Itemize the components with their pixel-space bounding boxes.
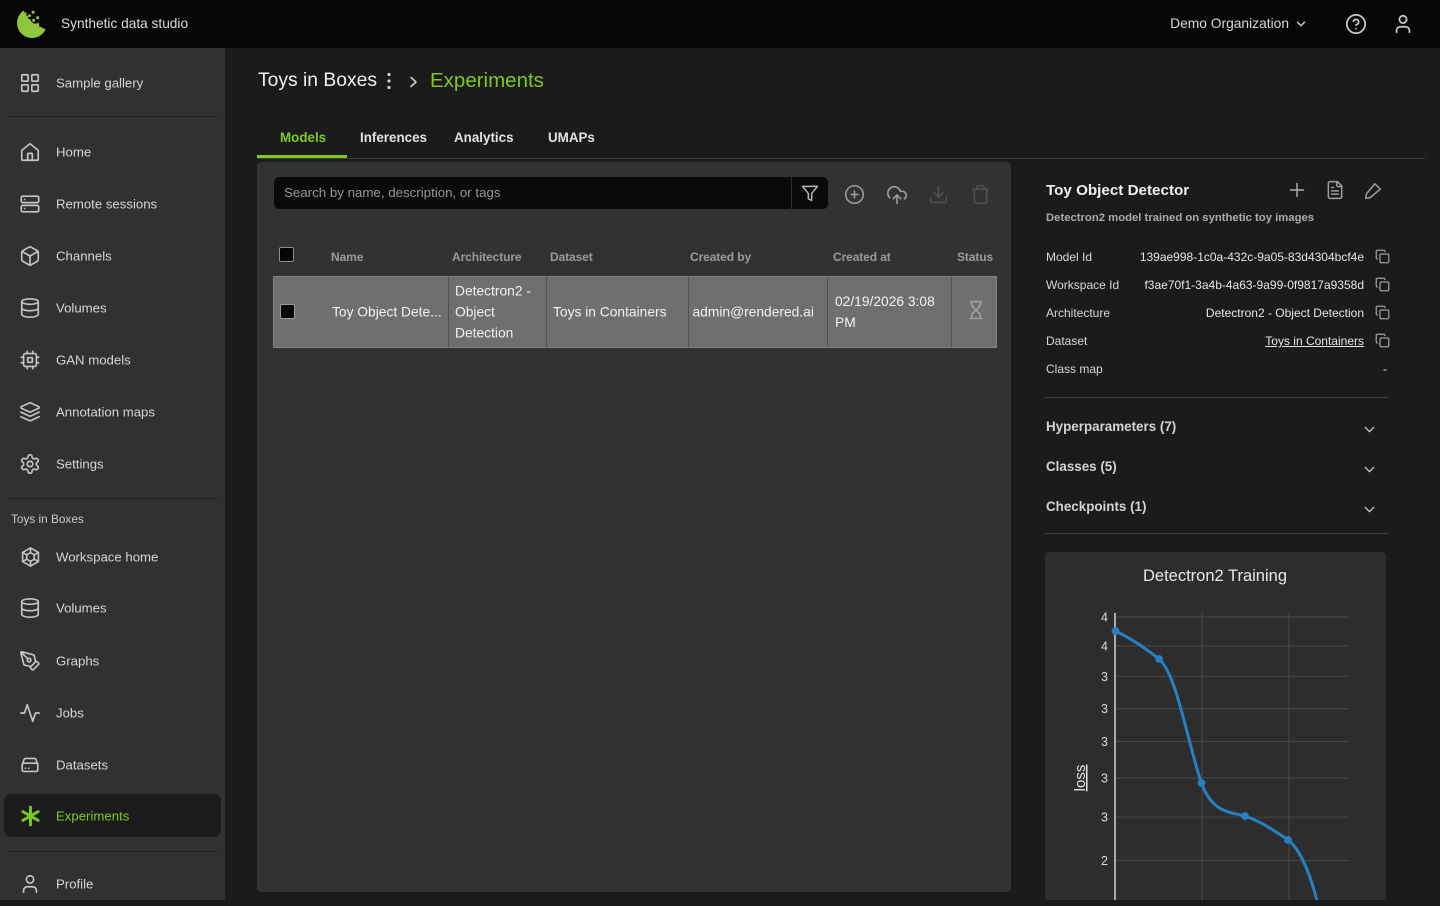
svg-text:3: 3 bbox=[1101, 670, 1108, 684]
svg-text:3: 3 bbox=[1101, 735, 1108, 749]
svg-text:Detectron2 Training: Detectron2 Training bbox=[1143, 567, 1287, 585]
svg-text:4: 4 bbox=[1101, 611, 1108, 625]
svg-text:4: 4 bbox=[1101, 640, 1108, 654]
svg-text:3: 3 bbox=[1101, 702, 1108, 716]
svg-text:3: 3 bbox=[1101, 772, 1108, 786]
svg-text:loss: loss bbox=[1072, 765, 1089, 792]
svg-text:2: 2 bbox=[1101, 854, 1108, 868]
svg-text:3: 3 bbox=[1101, 811, 1108, 825]
